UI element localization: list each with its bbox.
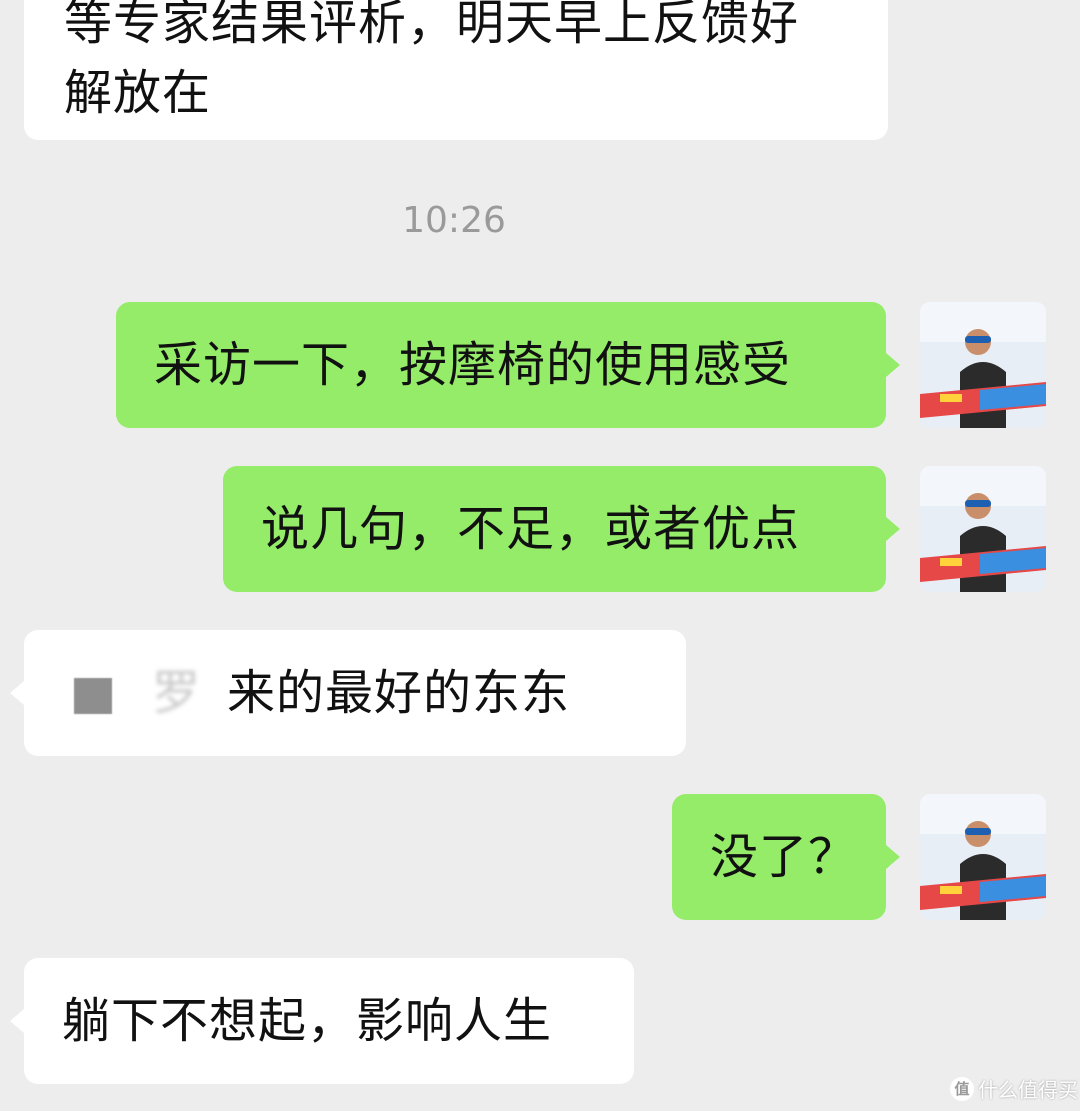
- message-bubble-outgoing[interactable]: 没了？: [672, 794, 886, 920]
- message-text: 采访一下，按摩椅的使用感受: [154, 337, 792, 393]
- message-bubble-incoming[interactable]: 罗来的最好的东东: [24, 630, 686, 756]
- message-timestamp: 10:26: [402, 200, 506, 241]
- message-bubble-incoming[interactable]: 等专家结果评析，明天早上反馈好 解放在: [24, 0, 888, 140]
- message-bubble-outgoing[interactable]: 说几句，不足，或者优点: [223, 466, 886, 592]
- avatar[interactable]: [920, 466, 1046, 592]
- bubble-tail: [886, 517, 900, 541]
- message-text: 说几句，不足，或者优点: [261, 501, 801, 557]
- zhide-logo-icon: 值: [950, 1076, 974, 1101]
- avatar[interactable]: [920, 794, 1046, 920]
- watermark-text: 什么值得买: [978, 1078, 1078, 1102]
- message-bubble-incoming[interactable]: 躺下不想起，影响人生: [24, 958, 634, 1084]
- redacted-fragment: 罗: [152, 665, 202, 721]
- user-photo-icon: [920, 794, 1046, 920]
- message-text: 躺下不想起，影响人生: [62, 993, 553, 1049]
- bubble-tail: [10, 681, 24, 705]
- bubble-tail: [886, 353, 900, 377]
- message-bubble-outgoing[interactable]: 采访一下，按摩椅的使用感受: [116, 302, 886, 428]
- bubble-tail: [886, 845, 900, 869]
- redacted-block: [74, 678, 112, 714]
- watermark: 值 什么值得买: [950, 1074, 1078, 1103]
- avatar[interactable]: [920, 302, 1046, 428]
- message-text: 来的最好的东东: [227, 665, 571, 721]
- user-photo-icon: [920, 302, 1046, 428]
- user-photo-icon: [920, 466, 1046, 592]
- message-line: 等专家结果评析，明天早上反馈好: [64, 0, 800, 51]
- bubble-tail: [10, 1009, 24, 1033]
- message-line: 解放在: [64, 65, 212, 121]
- message-text: 没了？: [710, 829, 858, 885]
